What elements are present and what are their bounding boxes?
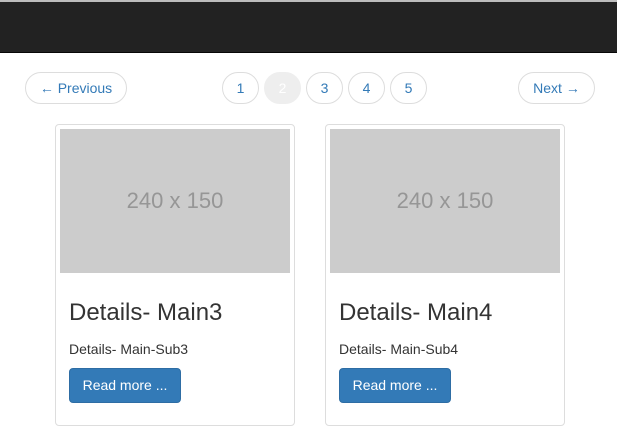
pagination: 1 2 3 4 5 — [222, 72, 432, 104]
next-button[interactable]: Next → — [518, 72, 595, 104]
card-title: Details- Main3 — [69, 299, 223, 326]
card-text: Details- Main-Sub3 — [69, 341, 189, 357]
card-text: Details- Main-Sub4 — [339, 341, 459, 357]
previous-button[interactable]: ← Previous — [25, 72, 127, 104]
top-navbar — [0, 0, 617, 53]
image-placeholder: 240 x 150 — [60, 129, 290, 273]
thumbnail-card: 240 x 150 Details- Main4 Details- Main-S… — [325, 124, 565, 426]
page-1-button[interactable]: 1 — [222, 72, 259, 104]
read-more-button[interactable]: Read more ... — [69, 368, 181, 403]
thumbnail-card: 240 x 150 Details- Main3 Details- Main-S… — [55, 124, 295, 426]
page-2-button-active[interactable]: 2 — [264, 72, 301, 104]
image-placeholder: 240 x 150 — [330, 129, 560, 273]
page-3-button[interactable]: 3 — [306, 72, 343, 104]
page-4-button[interactable]: 4 — [348, 72, 385, 104]
read-more-button[interactable]: Read more ... — [339, 368, 451, 403]
page-5-button[interactable]: 5 — [390, 72, 427, 104]
card-title: Details- Main4 — [339, 299, 493, 326]
